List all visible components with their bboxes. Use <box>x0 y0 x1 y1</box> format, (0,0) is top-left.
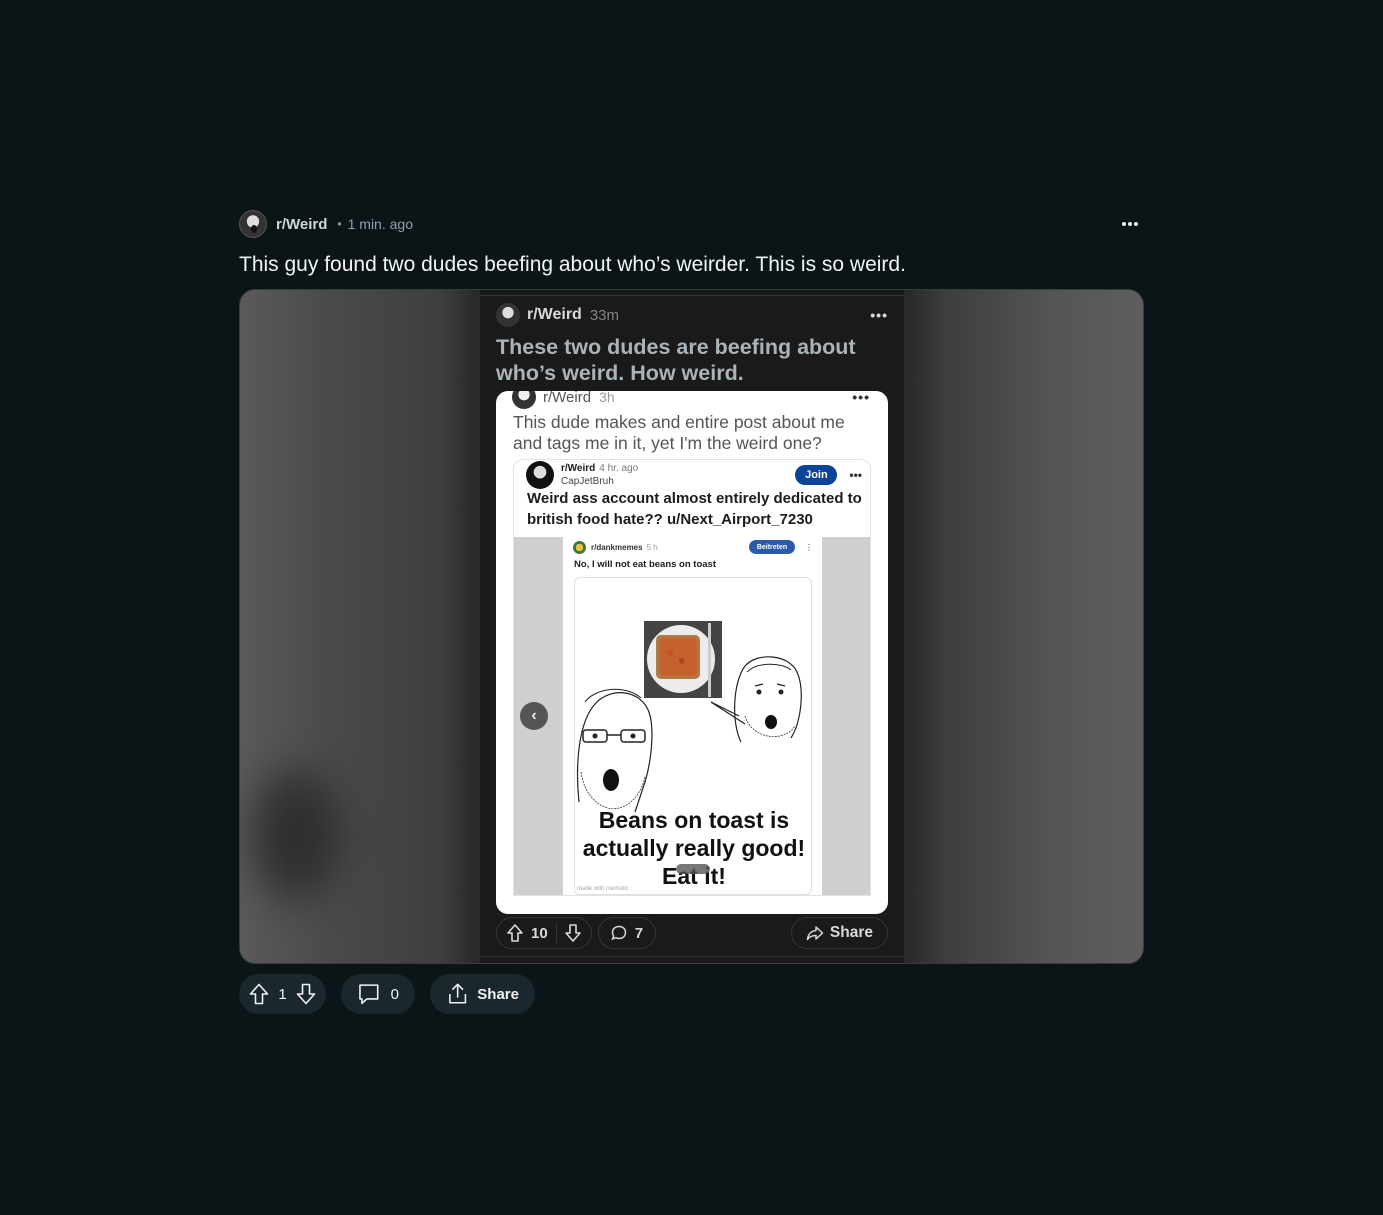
nested-post-header: r/Weird 3h <box>512 391 615 409</box>
screenshot-comment-icon <box>610 925 626 941</box>
gallery-join-button: Beitreten <box>749 540 795 554</box>
post-title[interactable]: This guy found two dudes beefing about w… <box>239 252 1144 278</box>
nested-more-icon: ••• <box>852 391 870 405</box>
screenshot-header: r/Weird 33m ••• <box>496 302 888 328</box>
nested-time: 3h <box>599 391 615 405</box>
inner-post-meta: r/Weird 4 hr. ago CapJetBruh <box>561 463 638 487</box>
inner-post-title: Weird ass account almost entirely dedica… <box>527 490 862 528</box>
inner-subreddit-avatar <box>526 461 554 489</box>
inner-post-header: r/Weird 4 hr. ago CapJetBruh Join ••• <box>526 460 866 490</box>
comments-button[interactable]: 0 <box>341 974 415 1014</box>
post-timestamp: 1 min. ago <box>347 216 413 232</box>
screenshot-vote-pill: 10 <box>496 917 592 949</box>
screenshot-action-bar: 10 7 Share <box>496 917 888 949</box>
gallery-time: 5 h <box>646 542 658 552</box>
more-options-button[interactable] <box>1116 210 1144 238</box>
nested-subreddit-avatar <box>512 391 536 409</box>
screenshot-comment-count: 7 <box>634 924 644 942</box>
subreddit-avatar[interactable] <box>239 210 267 238</box>
inner-post: r/Weird 4 hr. ago CapJetBruh Join ••• Wei… <box>513 459 871 896</box>
inner-subreddit: r/Weird <box>561 463 596 474</box>
nested-post-title: This dude makes and entire post about me… <box>513 412 845 453</box>
screenshot-more-icon: ••• <box>870 307 888 323</box>
nested-post-card: r/Weird 3h ••• This dude makes and entir… <box>496 391 888 914</box>
share-button[interactable]: Share <box>430 974 535 1014</box>
comment-count: 0 <box>390 985 399 1003</box>
upvote-icon <box>249 983 269 1005</box>
screenshot-downvote-icon <box>564 924 581 942</box>
vote-pill: 1 <box>239 974 326 1014</box>
screenshot-bottom-divider <box>480 956 904 957</box>
gallery-prev-chevron-icon: ‹ <box>520 702 548 730</box>
screenshot-time: 33m <box>589 306 620 324</box>
gallery-subreddit-avatar <box>573 540 586 554</box>
screenshot-vote-count: 10 <box>531 924 548 942</box>
post-action-bar: 1 0 Share <box>239 974 535 1014</box>
wojak-left-drawing <box>576 688 653 813</box>
downvote-icon <box>296 983 316 1005</box>
vote-count: 1 <box>278 985 287 1003</box>
gallery-image: r/dankmemes 5 h Beitreten ⋮ No, I will n… <box>563 537 822 895</box>
embedded-screenshot: r/Weird 33m ••• These two dudes are beef… <box>480 290 904 963</box>
screenshot-subreddit-avatar <box>496 303 520 327</box>
post: r/Weird • 1 min. ago This guy found two … <box>239 208 1144 964</box>
post-header: r/Weird • 1 min. ago <box>239 208 1144 240</box>
share-label: Share <box>477 985 519 1003</box>
screenshot-comments-pill: 7 <box>597 917 657 949</box>
gallery-post-title: No, I will not eat beans on toast <box>574 559 716 570</box>
upvote-button[interactable] <box>247 982 271 1006</box>
screenshot-title: These two dudes are beefing about who’s … <box>496 335 856 385</box>
post-media[interactable]: r/Weird 33m ••• These two dudes are beef… <box>239 289 1144 964</box>
inner-gallery: r/dankmemes 5 h Beitreten ⋮ No, I will n… <box>514 537 870 895</box>
inner-time: 4 hr. ago <box>599 463 639 474</box>
screenshot-share-icon <box>806 926 824 941</box>
gallery-pagination-dots <box>676 864 710 874</box>
comment-icon <box>359 984 379 1005</box>
gallery-more-icon: ⋮ <box>805 542 813 552</box>
share-icon <box>449 983 467 1004</box>
inner-more-icon: ••• <box>849 468 862 482</box>
screenshot-upvote-icon <box>507 924 523 942</box>
inner-meta-row: r/Weird 4 hr. ago <box>561 463 638 474</box>
meme-image: Beans on toast is actually really good! … <box>574 577 812 895</box>
gallery-subreddit: r/dankmemes <box>591 542 643 552</box>
separator-dot: • <box>337 217 342 231</box>
inner-join-button: Join <box>795 465 838 485</box>
screenshot-subreddit: r/Weird <box>527 306 582 323</box>
screenshot-share-pill: Share <box>790 917 888 949</box>
screenshot-top-divider <box>480 290 904 296</box>
screenshot-share-label: Share <box>829 924 873 941</box>
meme-watermark: made with mematic <box>577 886 629 892</box>
downvote-button[interactable] <box>294 982 318 1006</box>
nested-subreddit: r/Weird <box>543 391 592 406</box>
more-horizontal-icon <box>1122 222 1138 226</box>
inner-username: CapJetBruh <box>561 476 614 487</box>
gallery-post-header: r/dankmemes 5 h Beitreten ⋮ <box>573 540 813 554</box>
wojak-right-drawing <box>711 656 802 743</box>
subreddit-name[interactable]: r/Weird <box>276 216 327 233</box>
meme-caption: Beans on toast is actually really good! … <box>582 807 806 889</box>
